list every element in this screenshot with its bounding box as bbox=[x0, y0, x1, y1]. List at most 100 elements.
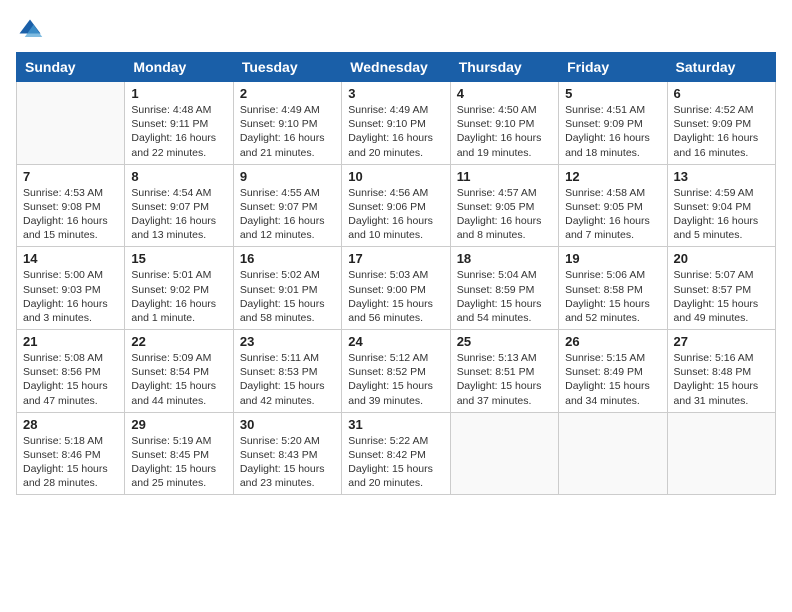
cell-content: Sunrise: 5:06 AM Sunset: 8:58 PM Dayligh… bbox=[565, 268, 660, 325]
cell-content: Sunrise: 5:08 AM Sunset: 8:56 PM Dayligh… bbox=[23, 351, 118, 408]
day-number: 23 bbox=[240, 334, 335, 349]
day-number: 7 bbox=[23, 169, 118, 184]
calendar-cell: 3Sunrise: 4:49 AM Sunset: 9:10 PM Daylig… bbox=[342, 82, 450, 165]
calendar-table: SundayMondayTuesdayWednesdayThursdayFrid… bbox=[16, 52, 776, 495]
cell-content: Sunrise: 4:54 AM Sunset: 9:07 PM Dayligh… bbox=[131, 186, 226, 243]
day-number: 28 bbox=[23, 417, 118, 432]
calendar-cell: 30Sunrise: 5:20 AM Sunset: 8:43 PM Dayli… bbox=[233, 412, 341, 495]
day-number: 2 bbox=[240, 86, 335, 101]
calendar-cell: 17 Sunrise: 5:03 AM Sunset: 9:00 PM Dayli… bbox=[342, 247, 450, 330]
cell-content: Sunrise: 4:52 AM Sunset: 9:09 PM Dayligh… bbox=[674, 103, 769, 160]
calendar-cell: 14 Sunrise: 5:00 AM Sunset: 9:03 PM Dayli… bbox=[17, 247, 125, 330]
calendar-cell: 1 Sunrise: 4:48 AM Sunset: 9:11 PM Daylig… bbox=[125, 82, 233, 165]
calendar-cell: 24Sunrise: 5:12 AM Sunset: 8:52 PM Dayli… bbox=[342, 330, 450, 413]
cell-content: Sunrise: 4:59 AM Sunset: 9:04 PM Dayligh… bbox=[674, 186, 769, 243]
day-number: 5 bbox=[565, 86, 660, 101]
logo-icon bbox=[16, 16, 44, 44]
day-number: 19 bbox=[565, 251, 660, 266]
header-monday: Monday bbox=[125, 53, 233, 82]
calendar-week-2: 7 Sunrise: 4:53 AM Sunset: 9:08 PM Daylig… bbox=[17, 164, 776, 247]
calendar-cell: 12 Sunrise: 4:58 AM Sunset: 9:05 PM Dayli… bbox=[559, 164, 667, 247]
calendar-cell bbox=[450, 412, 558, 495]
day-number: 6 bbox=[674, 86, 769, 101]
cell-content: Sunrise: 4:55 AM Sunset: 9:07 PM Dayligh… bbox=[240, 186, 335, 243]
cell-content: Sunrise: 5:11 AM Sunset: 8:53 PM Dayligh… bbox=[240, 351, 335, 408]
header-tuesday: Tuesday bbox=[233, 53, 341, 82]
day-number: 15 bbox=[131, 251, 226, 266]
day-number: 22 bbox=[131, 334, 226, 349]
cell-content: Sunrise: 5:02 AM Sunset: 9:01 PM Dayligh… bbox=[240, 268, 335, 325]
calendar-cell: 20Sunrise: 5:07 AM Sunset: 8:57 PM Dayli… bbox=[667, 247, 775, 330]
calendar-week-3: 14 Sunrise: 5:00 AM Sunset: 9:03 PM Dayli… bbox=[17, 247, 776, 330]
calendar-cell: 28 Sunrise: 5:18 AM Sunset: 8:46 PM Dayli… bbox=[17, 412, 125, 495]
day-number: 31 bbox=[348, 417, 443, 432]
calendar-cell: 7 Sunrise: 4:53 AM Sunset: 9:08 PM Daylig… bbox=[17, 164, 125, 247]
cell-content: Sunrise: 5:03 AM Sunset: 9:00 PM Dayligh… bbox=[348, 268, 443, 325]
calendar-cell: 19 Sunrise: 5:06 AM Sunset: 8:58 PM Dayli… bbox=[559, 247, 667, 330]
calendar-week-1: 1 Sunrise: 4:48 AM Sunset: 9:11 PM Daylig… bbox=[17, 82, 776, 165]
calendar-cell: 18Sunrise: 5:04 AM Sunset: 8:59 PM Dayli… bbox=[450, 247, 558, 330]
cell-content: Sunrise: 4:56 AM Sunset: 9:06 PM Dayligh… bbox=[348, 186, 443, 243]
cell-content: Sunrise: 5:09 AM Sunset: 8:54 PM Dayligh… bbox=[131, 351, 226, 408]
day-number: 14 bbox=[23, 251, 118, 266]
calendar-week-4: 21 Sunrise: 5:08 AM Sunset: 8:56 PM Dayli… bbox=[17, 330, 776, 413]
day-number: 29 bbox=[131, 417, 226, 432]
day-number: 16 bbox=[240, 251, 335, 266]
calendar-week-5: 28 Sunrise: 5:18 AM Sunset: 8:46 PM Dayli… bbox=[17, 412, 776, 495]
day-number: 25 bbox=[457, 334, 552, 349]
calendar-cell: 25 Sunrise: 5:13 AM Sunset: 8:51 PM Dayli… bbox=[450, 330, 558, 413]
day-number: 21 bbox=[23, 334, 118, 349]
cell-content: Sunrise: 5:16 AM Sunset: 8:48 PM Dayligh… bbox=[674, 351, 769, 408]
day-number: 27 bbox=[674, 334, 769, 349]
cell-content: Sunrise: 4:53 AM Sunset: 9:08 PM Dayligh… bbox=[23, 186, 118, 243]
header-sunday: Sunday bbox=[17, 53, 125, 82]
calendar-cell: 31Sunrise: 5:22 AM Sunset: 8:42 PM Dayli… bbox=[342, 412, 450, 495]
day-number: 24 bbox=[348, 334, 443, 349]
calendar-cell: 2 Sunrise: 4:49 AM Sunset: 9:10 PM Daylig… bbox=[233, 82, 341, 165]
cell-content: Sunrise: 4:49 AM Sunset: 9:10 PM Dayligh… bbox=[240, 103, 335, 160]
calendar-cell: 15 Sunrise: 5:01 AM Sunset: 9:02 PM Dayli… bbox=[125, 247, 233, 330]
day-number: 13 bbox=[674, 169, 769, 184]
calendar-cell bbox=[17, 82, 125, 165]
day-number: 12 bbox=[565, 169, 660, 184]
cell-content: Sunrise: 5:13 AM Sunset: 8:51 PM Dayligh… bbox=[457, 351, 552, 408]
day-number: 18 bbox=[457, 251, 552, 266]
page-header bbox=[16, 16, 776, 44]
day-number: 9 bbox=[240, 169, 335, 184]
day-number: 17 bbox=[348, 251, 443, 266]
cell-content: Sunrise: 4:57 AM Sunset: 9:05 PM Dayligh… bbox=[457, 186, 552, 243]
cell-content: Sunrise: 4:58 AM Sunset: 9:05 PM Dayligh… bbox=[565, 186, 660, 243]
calendar-cell: 11 Sunrise: 4:57 AM Sunset: 9:05 PM Dayli… bbox=[450, 164, 558, 247]
calendar-cell: 26 Sunrise: 5:15 AM Sunset: 8:49 PM Dayli… bbox=[559, 330, 667, 413]
day-number: 11 bbox=[457, 169, 552, 184]
calendar-cell: 16 Sunrise: 5:02 AM Sunset: 9:01 PM Dayli… bbox=[233, 247, 341, 330]
day-number: 8 bbox=[131, 169, 226, 184]
day-number: 4 bbox=[457, 86, 552, 101]
calendar-cell: 22 Sunrise: 5:09 AM Sunset: 8:54 PM Dayli… bbox=[125, 330, 233, 413]
cell-content: Sunrise: 5:18 AM Sunset: 8:46 PM Dayligh… bbox=[23, 434, 118, 491]
cell-content: Sunrise: 5:00 AM Sunset: 9:03 PM Dayligh… bbox=[23, 268, 118, 325]
day-number: 10 bbox=[348, 169, 443, 184]
header-saturday: Saturday bbox=[667, 53, 775, 82]
header-wednesday: Wednesday bbox=[342, 53, 450, 82]
calendar-header-row: SundayMondayTuesdayWednesdayThursdayFrid… bbox=[17, 53, 776, 82]
cell-content: Sunrise: 5:01 AM Sunset: 9:02 PM Dayligh… bbox=[131, 268, 226, 325]
cell-content: Sunrise: 4:49 AM Sunset: 9:10 PM Dayligh… bbox=[348, 103, 443, 160]
header-friday: Friday bbox=[559, 53, 667, 82]
logo bbox=[16, 16, 48, 44]
cell-content: Sunrise: 5:20 AM Sunset: 8:43 PM Dayligh… bbox=[240, 434, 335, 491]
cell-content: Sunrise: 5:15 AM Sunset: 8:49 PM Dayligh… bbox=[565, 351, 660, 408]
cell-content: Sunrise: 4:51 AM Sunset: 9:09 PM Dayligh… bbox=[565, 103, 660, 160]
calendar-cell: 21 Sunrise: 5:08 AM Sunset: 8:56 PM Dayli… bbox=[17, 330, 125, 413]
calendar-cell: 23 Sunrise: 5:11 AM Sunset: 8:53 PM Dayli… bbox=[233, 330, 341, 413]
day-number: 1 bbox=[131, 86, 226, 101]
calendar-cell: 27 Sunrise: 5:16 AM Sunset: 8:48 PM Dayli… bbox=[667, 330, 775, 413]
cell-content: Sunrise: 4:48 AM Sunset: 9:11 PM Dayligh… bbox=[131, 103, 226, 160]
day-number: 26 bbox=[565, 334, 660, 349]
cell-content: Sunrise: 4:50 AM Sunset: 9:10 PM Dayligh… bbox=[457, 103, 552, 160]
cell-content: Sunrise: 5:07 AM Sunset: 8:57 PM Dayligh… bbox=[674, 268, 769, 325]
calendar-cell: 6 Sunrise: 4:52 AM Sunset: 9:09 PM Daylig… bbox=[667, 82, 775, 165]
calendar-cell: 10 Sunrise: 4:56 AM Sunset: 9:06 PM Dayli… bbox=[342, 164, 450, 247]
calendar-cell: 13 Sunrise: 4:59 AM Sunset: 9:04 PM Dayli… bbox=[667, 164, 775, 247]
calendar-cell bbox=[559, 412, 667, 495]
